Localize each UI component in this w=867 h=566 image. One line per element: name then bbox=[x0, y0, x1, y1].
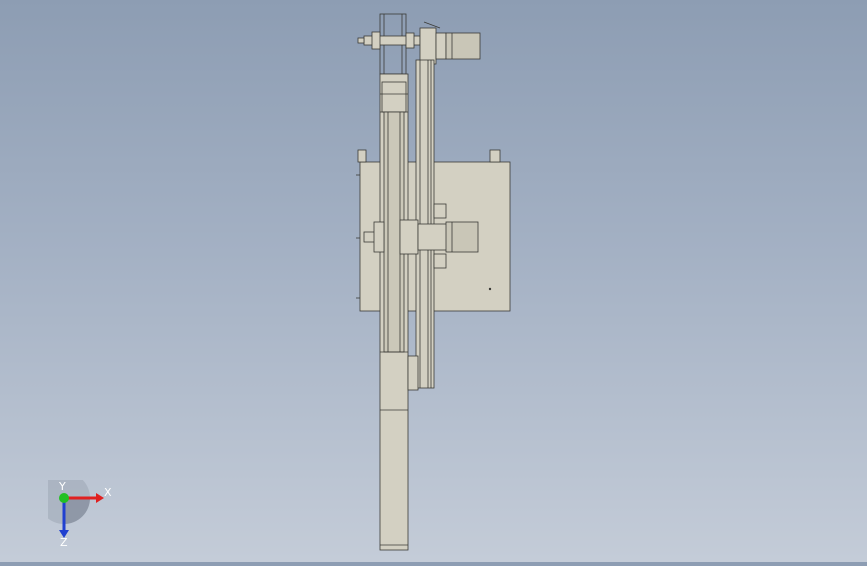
cad-model[interactable] bbox=[0, 0, 867, 562]
center-motor bbox=[445, 221, 479, 253]
x-axis-label: X bbox=[104, 486, 112, 499]
y-axis-dot bbox=[59, 493, 69, 503]
center-hub bbox=[363, 219, 449, 255]
main-wheel bbox=[379, 73, 419, 551]
graphics-viewport[interactable]: X Y Z bbox=[0, 0, 867, 562]
y-axis-label: Y bbox=[58, 480, 66, 493]
top-pulley bbox=[357, 13, 421, 75]
axis-triad: X Y Z bbox=[48, 480, 112, 549]
x-axis-arrowhead bbox=[96, 493, 104, 503]
z-axis-label: Z bbox=[60, 536, 68, 549]
top-motor bbox=[419, 21, 481, 65]
